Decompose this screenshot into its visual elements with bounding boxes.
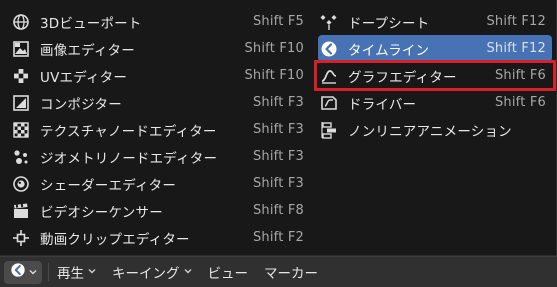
menu-item-geometry-node-editor[interactable]: ジオメトリノードエディター Shift F3 xyxy=(10,143,310,170)
timeline-icon xyxy=(318,38,340,60)
menu-item-shortcut: Shift F12 xyxy=(486,14,546,29)
menu-item-label: 動画クリップエディター xyxy=(40,231,190,248)
menu-item-shortcut: Shift F3 xyxy=(252,149,304,164)
playback-menu-label: 再生 xyxy=(57,266,84,282)
drivers-icon xyxy=(318,92,340,114)
menu-item-label: ジオメトリノードエディター xyxy=(40,150,218,167)
menu-column-left: 3Dビューポート Shift F5 画像エディター Shift F10 UVエデ… xyxy=(10,8,310,251)
menu-item-timeline[interactable]: タイムライン Shift F12 xyxy=(318,35,552,62)
menu-item-graph-editor[interactable]: グラフエディター Shift F6 xyxy=(314,60,556,91)
menu-item-label: UVエディター xyxy=(40,69,128,86)
menu-item-shortcut: Shift F10 xyxy=(244,41,304,56)
texture-node-editor-icon xyxy=(10,119,32,141)
menu-item-video-sequencer[interactable]: ビデオシーケンサー Shift F8 xyxy=(10,197,310,224)
menu-item-label: 画像エディター xyxy=(40,42,135,59)
menu-item-shortcut: Shift F3 xyxy=(252,95,304,110)
menu-item-compositor[interactable]: コンポジター Shift F3 xyxy=(10,89,310,116)
view-menu[interactable]: ビュー xyxy=(200,257,257,287)
menu-item-uv-editor[interactable]: UVエディター Shift F10 xyxy=(10,62,310,89)
menu-item-label: 3Dビューポート xyxy=(40,15,142,32)
menu-item-shortcut: Shift F3 xyxy=(252,122,304,137)
movie-clip-editor-icon xyxy=(10,227,32,249)
dope-sheet-icon xyxy=(318,11,340,33)
chevron-down-icon xyxy=(88,267,96,278)
menu-item-label: ノンリニアアニメーション xyxy=(348,123,512,140)
menu-item-label: ドープシート xyxy=(348,15,430,32)
menu-item-dope-sheet[interactable]: ドープシート Shift F12 xyxy=(318,8,552,35)
menu-item-label: ビデオシーケンサー xyxy=(40,204,163,221)
menu-item-texture-node-editor[interactable]: テクスチャノードエディター Shift F3 xyxy=(10,116,310,143)
view-menu-label: ビュー xyxy=(207,266,249,282)
menu-item-drivers[interactable]: ドライバー Shift F6 xyxy=(318,89,552,116)
3d-viewport-icon xyxy=(10,11,32,33)
menu-item-movie-clip-editor[interactable]: 動画クリップエディター Shift F2 xyxy=(10,224,310,251)
menu-item-label: ドライバー xyxy=(348,96,417,113)
nla-icon xyxy=(318,119,340,141)
menu-item-shortcut: Shift F12 xyxy=(486,41,546,56)
menu-item-shortcut: Shift F6 xyxy=(494,68,546,83)
timeline-header: 再生 キーイング ビュー マーカー xyxy=(0,256,557,287)
menu-item-label: タイムライン xyxy=(348,42,430,59)
editor-type-button[interactable] xyxy=(4,260,42,284)
menu-item-label: コンポジター xyxy=(40,96,122,113)
menu-item-image-editor[interactable]: 画像エディター Shift F10 xyxy=(10,35,310,62)
menu-item-shortcut: Shift F6 xyxy=(494,95,546,110)
image-editor-icon xyxy=(10,38,32,60)
keying-menu-label: キーイング xyxy=(112,266,180,282)
chevron-down-icon xyxy=(29,264,37,280)
menu-item-shortcut: Shift F8 xyxy=(252,203,304,218)
marker-menu[interactable]: マーカー xyxy=(256,257,326,287)
menu-item-shader-editor[interactable]: シェーダーエディター Shift F3 xyxy=(10,170,310,197)
geometry-node-editor-icon xyxy=(10,146,32,168)
timeline-icon xyxy=(10,262,26,282)
menu-item-shortcut: Shift F5 xyxy=(252,14,304,29)
compositor-icon xyxy=(10,92,32,114)
menu-item-label: テクスチャノードエディター xyxy=(40,123,217,140)
playback-menu[interactable]: 再生 xyxy=(49,257,104,287)
menu-item-label: グラフエディター xyxy=(348,69,457,86)
menu-item-label: シェーダーエディター xyxy=(40,177,177,194)
shader-editor-icon xyxy=(10,173,32,195)
keying-menu[interactable]: キーイング xyxy=(104,257,200,287)
marker-menu-label: マーカー xyxy=(264,266,318,282)
menu-item-3d-viewport[interactable]: 3Dビューポート Shift F5 xyxy=(10,8,310,35)
chevron-down-icon xyxy=(184,267,192,278)
uv-editor-icon xyxy=(10,65,32,87)
menu-item-nonlinear-animation[interactable]: ノンリニアアニメーション xyxy=(318,116,552,143)
graph-editor-icon xyxy=(318,65,340,87)
menu-item-shortcut: Shift F2 xyxy=(252,230,304,245)
video-sequencer-icon xyxy=(10,200,32,222)
menu-item-shortcut: Shift F10 xyxy=(244,68,304,83)
menu-item-shortcut: Shift F3 xyxy=(252,176,304,191)
menu-column-right: ドープシート Shift F12 タイムライン Shift F12 グラフエディ… xyxy=(314,8,556,143)
editor-type-menu: 3Dビューポート Shift F5 画像エディター Shift F10 UVエデ… xyxy=(0,0,557,256)
